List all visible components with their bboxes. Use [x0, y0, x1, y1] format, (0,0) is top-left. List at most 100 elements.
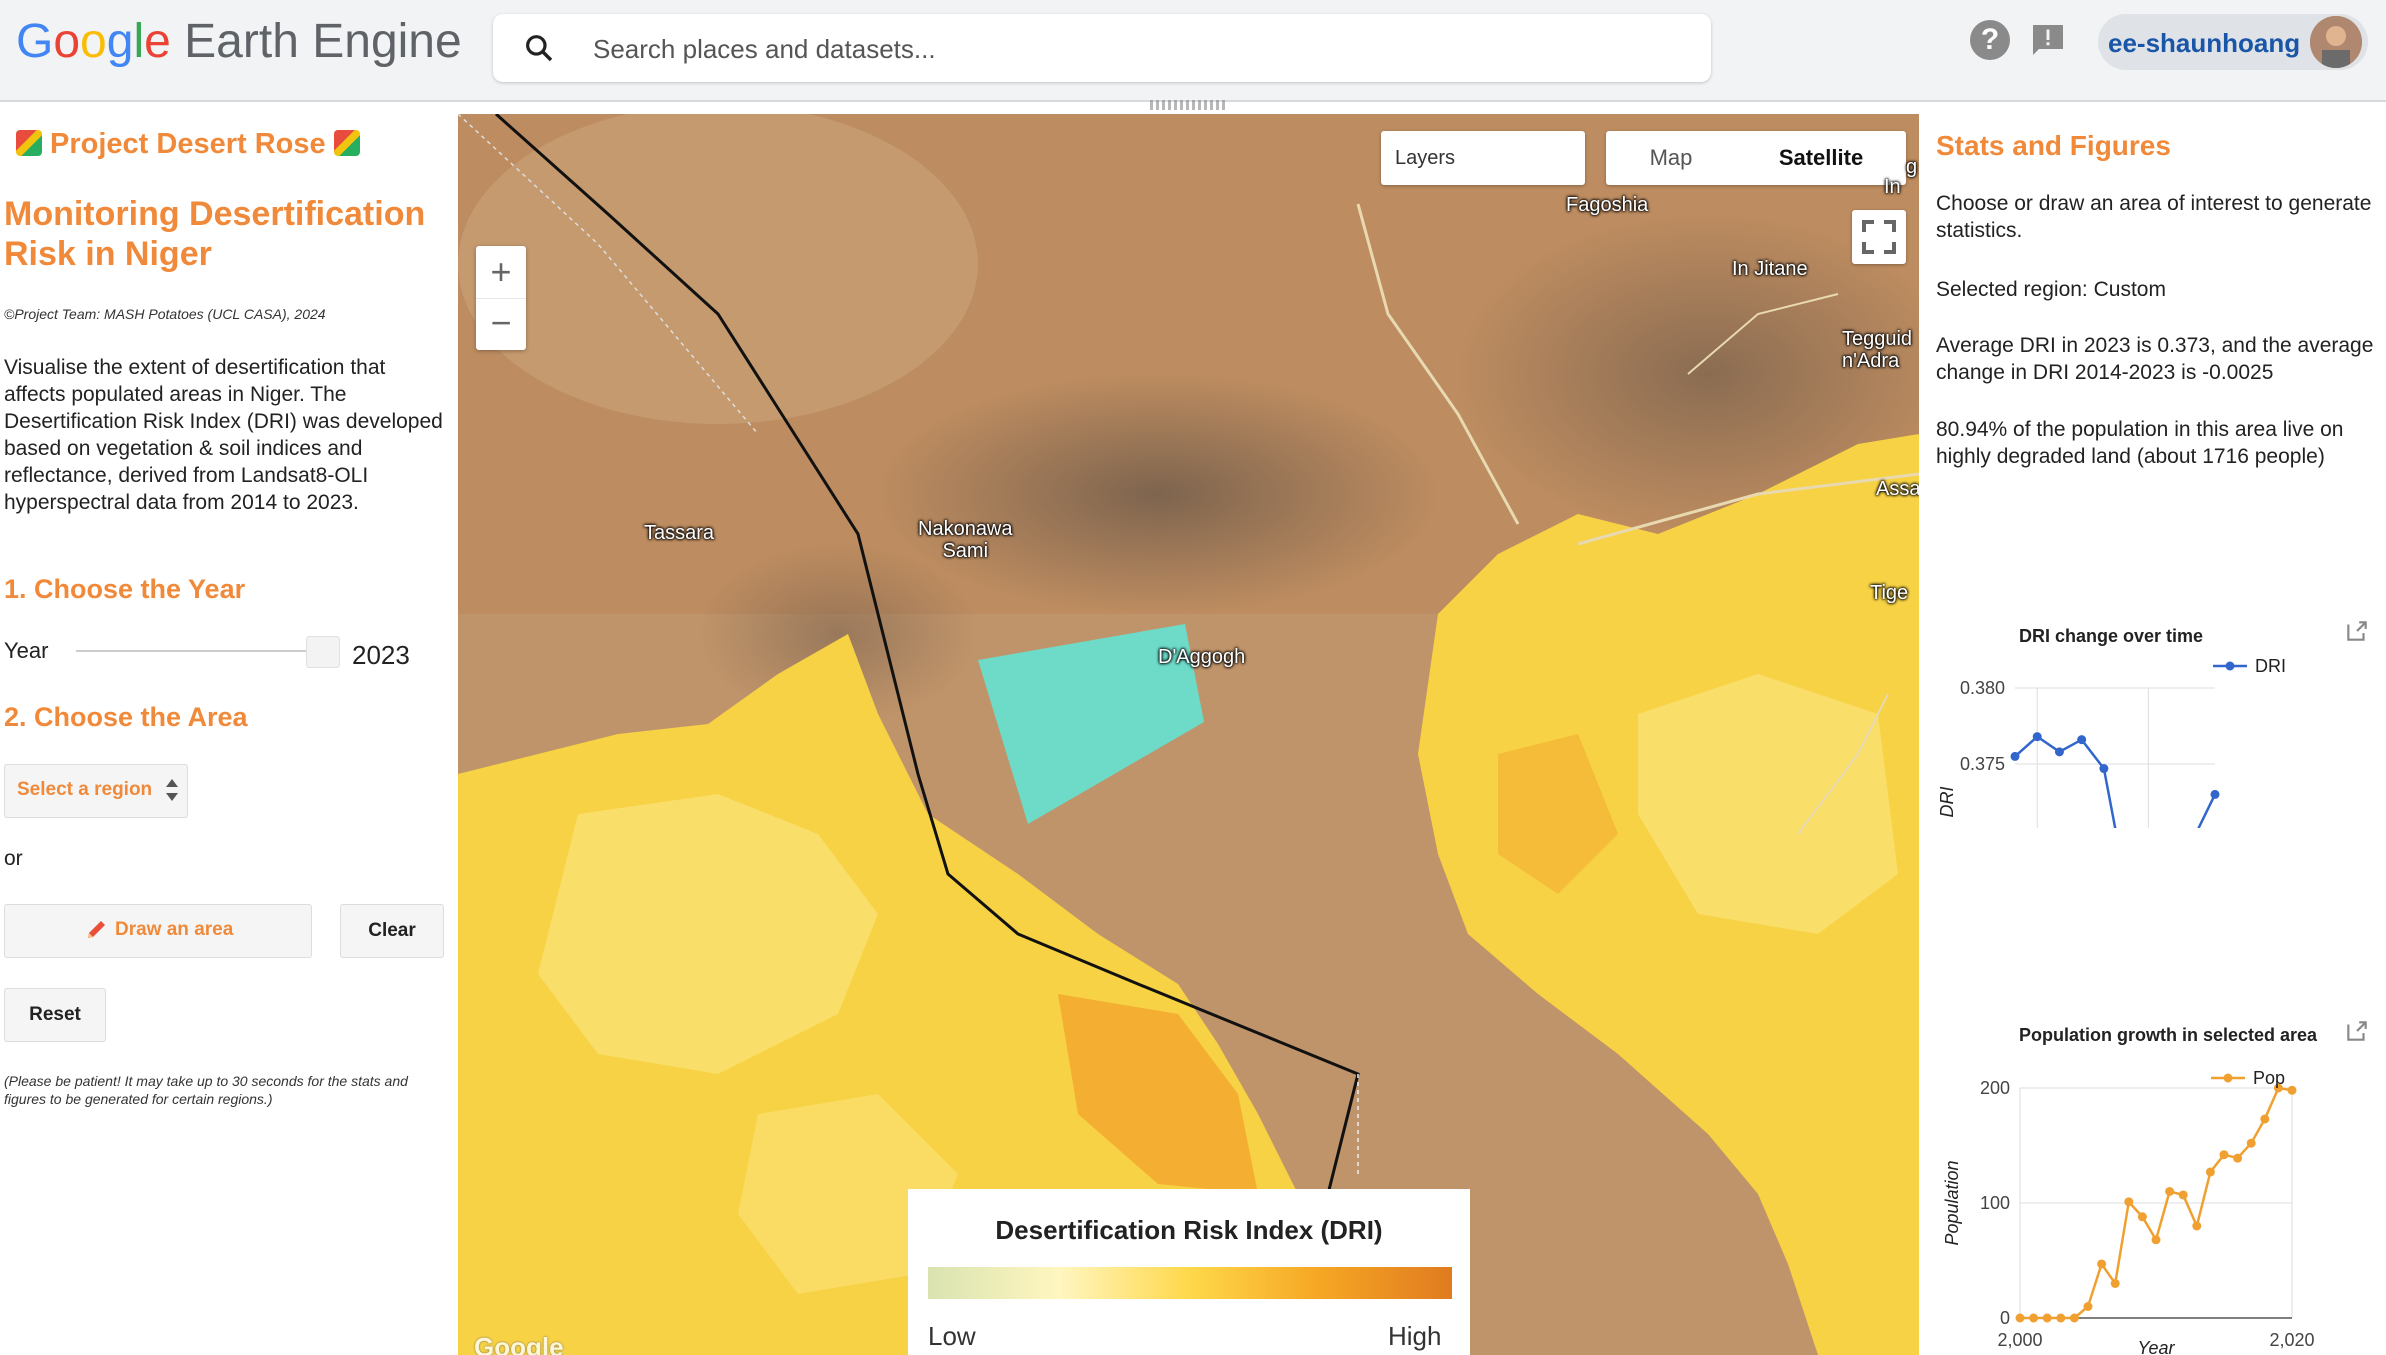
data-point — [2069, 1313, 2079, 1323]
legend-label: DRI — [2255, 656, 2286, 676]
account-switcher[interactable]: ee-shaunhoang — [2098, 14, 2368, 70]
earth-engine-logo[interactable]: Google Earth Engine — [16, 14, 462, 69]
layers-button[interactable]: Layers — [1381, 131, 1585, 185]
page-title: Monitoring Desertification Risk in Niger — [4, 195, 426, 273]
data-point — [2178, 1190, 2188, 1200]
year-slider-track[interactable] — [76, 650, 326, 652]
data-point — [2137, 1212, 2147, 1222]
step1-heading: 1. Choose the Year — [4, 574, 246, 604]
y-axis-label: DRI — [1937, 787, 1957, 818]
place-label-in: In — [1884, 176, 1901, 198]
reset-button[interactable]: Reset — [4, 988, 106, 1042]
legend-marker — [2225, 661, 2235, 671]
data-point — [2210, 789, 2220, 799]
pencil-icon — [88, 921, 105, 938]
data-point — [2029, 1313, 2039, 1323]
map-view-button[interactable]: Map — [1606, 131, 1736, 185]
satellite-imagery — [458, 114, 1919, 1355]
panel-resize-handle[interactable] — [1150, 100, 1228, 110]
clear-button[interactable]: Clear — [340, 904, 444, 958]
google-watermark: Google — [474, 1332, 564, 1355]
x-tick-label: 2,020 — [2269, 1330, 2314, 1350]
header-actions: ? ee-shaunhoang — [1960, 12, 2370, 72]
zoom-out-button[interactable]: − — [476, 298, 526, 351]
layers-label: Layers — [1395, 147, 1456, 169]
legend-title: Desertification Risk Index (DRI) — [995, 1215, 1383, 1245]
place-label-assa: Assa — [1876, 478, 1919, 500]
desert-rose-icon — [333, 130, 360, 156]
data-point — [2010, 751, 2020, 761]
map-canvas[interactable]: + − Layers Map Satellite Fagoshia In Jit… — [458, 114, 1919, 1355]
stats-title: Stats and Figures — [1936, 130, 2171, 161]
y-axis-label: Population — [1942, 1160, 1962, 1245]
data-point — [2015, 1313, 2025, 1323]
data-point — [2124, 1197, 2134, 1207]
select-arrows-icon — [166, 779, 178, 801]
population-chart: Population growth in selected area 200 10… — [1921, 894, 2386, 1354]
fullscreen-icon — [1862, 220, 1896, 254]
selected-region-text: Selected region: Custom — [1936, 278, 2166, 301]
help-icon[interactable]: ? — [1970, 20, 2010, 60]
data-point — [2260, 1114, 2270, 1124]
search-input[interactable] — [591, 28, 1675, 70]
app-header: Google Earth Engine ? ee-shaunhoang — [0, 0, 2386, 102]
data-point — [2099, 764, 2109, 774]
stats-intro: Choose or draw an area of interest to ge… — [1936, 192, 2372, 242]
data-point — [2233, 1153, 2243, 1163]
data-point — [2083, 1302, 2093, 1311]
zoom-control: + − — [476, 246, 526, 350]
avatar[interactable] — [2310, 16, 2362, 68]
search-bar — [493, 14, 1711, 82]
dri-legend: Desertification Risk Index (DRI) Low Hig… — [908, 1189, 1470, 1355]
patience-note: (Please be patient! It may take up to 30… — [4, 1073, 408, 1107]
data-point — [2056, 1313, 2066, 1323]
or-text: or — [4, 847, 23, 870]
place-label-in-jitane: In Jitane — [1732, 258, 1808, 280]
stats-panel: Stats and Figures Choose or draw an area… — [1921, 114, 2386, 1355]
step2-heading: 2. Choose the Area — [4, 702, 248, 732]
y-tick-label: 0 — [2000, 1308, 2010, 1328]
series-line — [2014, 735, 2217, 828]
legend-label: Pop — [2253, 1068, 2285, 1088]
data-point — [2192, 1221, 2202, 1231]
desert-rose-icon — [16, 130, 42, 156]
place-label-g: g — [1906, 156, 1918, 178]
data-point — [2246, 1138, 2256, 1148]
population-stat-text: 80.94% of the population in this area li… — [1936, 418, 2344, 468]
data-point — [2151, 1235, 2161, 1245]
data-point — [2054, 747, 2064, 757]
dri-chart: DRI change over time 0.3800.3750.3700.36… — [1921, 498, 2386, 828]
region-select-label: Select a region — [17, 779, 153, 800]
year-label: Year — [4, 638, 49, 663]
legend-color-ramp — [928, 1267, 1452, 1299]
place-label-tige: Tige — [1870, 582, 1909, 604]
year-value: 2023 — [352, 640, 410, 670]
data-point — [2042, 1313, 2052, 1323]
legend-marker — [2223, 1073, 2233, 1083]
place-label-fagoshia: Fagoshia — [1566, 194, 1649, 216]
zoom-in-button[interactable]: + — [476, 246, 526, 298]
satellite-view-button[interactable]: Satellite — [1736, 131, 1906, 185]
project-title: Project Desert Rose — [8, 128, 368, 161]
fullscreen-button[interactable] — [1852, 210, 1906, 264]
y-tick-label: 0.375 — [1960, 754, 2005, 774]
data-point — [2110, 1279, 2120, 1288]
y-tick-label: 200 — [1980, 1078, 2010, 1098]
draw-area-label: Draw an area — [115, 919, 234, 940]
copyright-text: ©Project Team: MASH Potatoes (UCL CASA),… — [4, 306, 326, 322]
dri-chart-plot: 0.3800.3750.3700.36520152020DRIDRI — [1937, 656, 2286, 828]
draw-area-button[interactable]: Draw an area — [4, 904, 312, 958]
search-icon[interactable] — [523, 32, 555, 64]
username: ee-shaunhoang — [2108, 28, 2301, 58]
map-type-control: Map Satellite — [1606, 131, 1906, 185]
description-text: Visualise the extent of desertification … — [4, 356, 443, 514]
place-label-tegguida: Tegguid n'Adra — [1842, 328, 1913, 372]
place-label-nakonawa-sami: Nakonawa Sami — [918, 518, 1013, 562]
feedback-icon[interactable] — [2028, 22, 2068, 58]
year-slider-thumb[interactable] — [306, 636, 340, 668]
legend-high-label: High — [1388, 1321, 1442, 1351]
region-select[interactable]: Select a region — [4, 764, 188, 818]
population-chart-plot: 200 100 02,000 2,020 Population Year Pop — [1942, 1068, 2315, 1354]
average-dri-text: Average DRI in 2023 is 0.373, and the av… — [1936, 334, 2374, 384]
data-point — [2165, 1187, 2175, 1196]
